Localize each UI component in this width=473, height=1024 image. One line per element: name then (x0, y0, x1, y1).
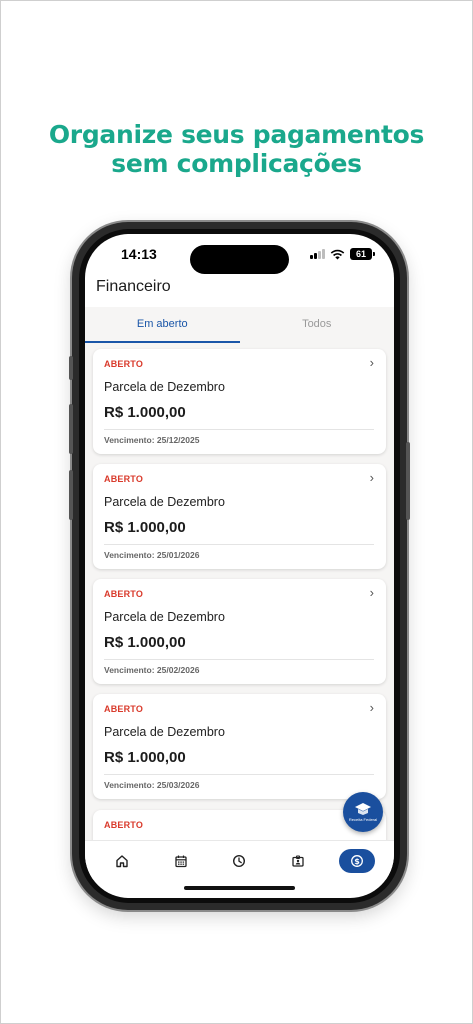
clock-icon (233, 854, 246, 867)
card-divider (104, 544, 374, 545)
page-title: Financeiro (96, 278, 171, 295)
status-badge: ABERTO (104, 704, 144, 714)
bottom-nav: $ (85, 840, 394, 880)
id-card-icon (292, 854, 304, 867)
card-divider (104, 659, 374, 660)
silent-switch (69, 356, 73, 380)
nav-history[interactable] (221, 849, 257, 873)
payments-list[interactable]: ABERTO › Parcela de Dezembro R$ 1.000,00… (85, 343, 394, 840)
tab-todos[interactable]: Todos (240, 307, 395, 343)
status-badge: ABERTO (104, 820, 144, 830)
payment-title: Parcela de Dezembro (104, 380, 225, 394)
home-indicator (184, 886, 295, 890)
volume-up-button (69, 404, 73, 454)
fab-label: Receita Federal (348, 817, 378, 822)
payment-card[interactable]: ABERTO › Parcela de Dezembro R$ 1.000,00… (93, 579, 386, 684)
dynamic-island (190, 245, 289, 274)
nav-financeiro[interactable]: $ (338, 848, 375, 873)
chevron-right-icon: › (369, 585, 374, 600)
status-icons: 61 (310, 247, 375, 261)
receita-federal-button[interactable]: Receita Federal (343, 792, 383, 832)
payment-card[interactable]: ABERTO (93, 810, 386, 840)
status-time: 14:13 (121, 246, 157, 262)
headline-line-2: sem complicações (111, 149, 362, 178)
phone-screen: 14:13 61 Financeiro Em aberto Todos ABER… (85, 234, 394, 898)
payment-amount: R$ 1.000,00 (104, 519, 186, 536)
signal-icon (310, 249, 325, 259)
card-divider (104, 774, 374, 775)
payment-title: Parcela de Dezembro (104, 725, 225, 739)
payment-card[interactable]: ABERTO › Parcela de Dezembro R$ 1.000,00… (93, 694, 386, 799)
dollar-icon: $ (350, 854, 363, 867)
nav-home[interactable] (104, 849, 140, 873)
calendar-icon (175, 855, 187, 867)
nav-calendar[interactable] (163, 849, 199, 873)
card-divider (104, 429, 374, 430)
headline: Organize seus pagamentos sem complicaçõe… (0, 120, 473, 178)
payment-card[interactable]: ABERTO › Parcela de Dezembro R$ 1.000,00… (93, 464, 386, 569)
wifi-icon (330, 249, 345, 259)
home-icon (116, 854, 128, 867)
payment-title: Parcela de Dezembro (104, 495, 225, 509)
payment-due-date: Vencimento: 25/02/2026 (104, 665, 200, 675)
nav-profile[interactable] (280, 849, 316, 873)
payment-due-date: Vencimento: 25/12/2025 (104, 435, 200, 445)
payment-title: Parcela de Dezembro (104, 610, 225, 624)
svg-text:$: $ (354, 857, 360, 866)
status-badge: ABERTO (104, 589, 144, 599)
receita-federal-icon (355, 803, 371, 815)
chevron-right-icon: › (369, 700, 374, 715)
status-badge: ABERTO (104, 474, 144, 484)
chevron-right-icon: › (369, 355, 374, 370)
payment-due-date: Vencimento: 25/01/2026 (104, 550, 200, 560)
power-button (406, 442, 410, 520)
volume-down-button (69, 470, 73, 520)
status-badge: ABERTO (104, 359, 144, 369)
payment-card[interactable]: ABERTO › Parcela de Dezembro R$ 1.000,00… (93, 349, 386, 454)
payment-amount: R$ 1.000,00 (104, 404, 186, 421)
battery-icon: 61 (350, 248, 375, 260)
payment-due-date: Vencimento: 25/03/2026 (104, 780, 200, 790)
tab-bar: Em aberto Todos (85, 307, 394, 343)
chevron-right-icon: › (369, 470, 374, 485)
tab-em-aberto[interactable]: Em aberto (85, 307, 240, 343)
payment-amount: R$ 1.000,00 (104, 749, 186, 766)
headline-line-1: Organize seus pagamentos (48, 120, 425, 149)
payment-amount: R$ 1.000,00 (104, 634, 186, 651)
